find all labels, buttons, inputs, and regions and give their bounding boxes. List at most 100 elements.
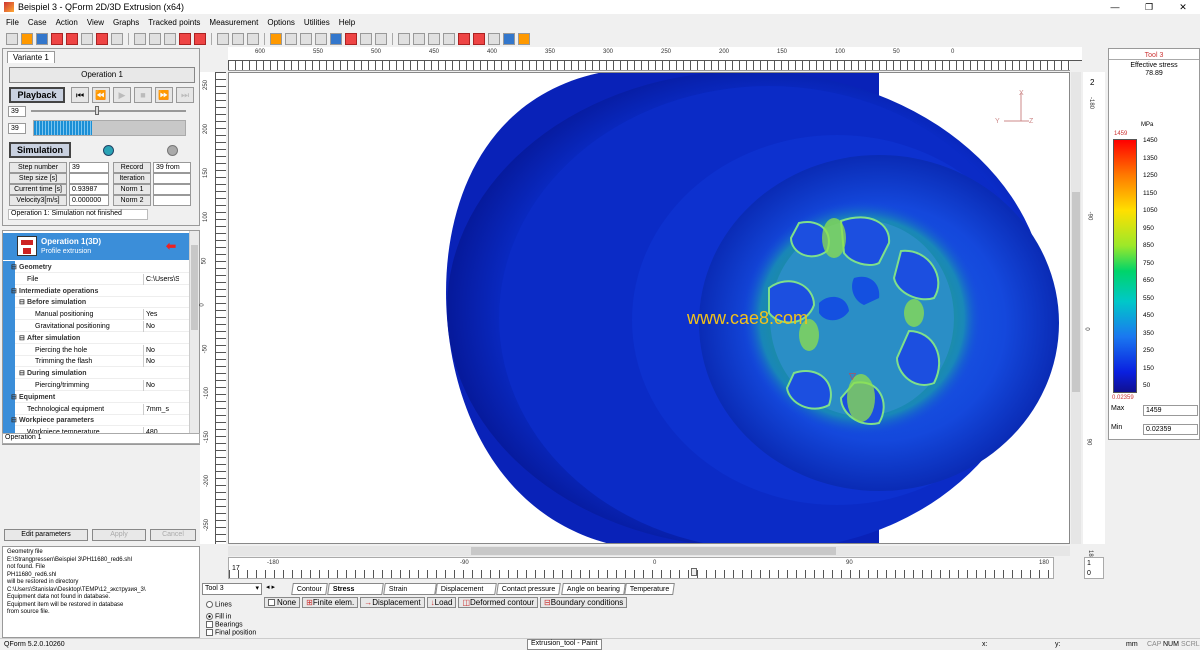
viewport-scrollbar-v[interactable] [1071, 72, 1081, 544]
stop-indicator-icon[interactable] [167, 145, 178, 156]
measure-icon[interactable] [217, 33, 229, 45]
tab-stress[interactable]: Stress [327, 583, 384, 595]
menu-measurement[interactable]: Measurement [209, 18, 258, 27]
cancel-button[interactable]: Cancel [150, 529, 196, 541]
menu-options[interactable]: Options [267, 18, 295, 27]
playback-button[interactable]: Playback [9, 87, 65, 103]
view2-icon[interactable] [300, 33, 312, 45]
tree-group-header[interactable]: ⊟ During simulation [15, 368, 189, 380]
delete-icon[interactable] [458, 33, 470, 45]
graph-icon[interactable] [488, 33, 500, 45]
tab-temperature[interactable]: Temperature [624, 583, 676, 595]
tree-group-header[interactable]: ⊟ Before simulation [15, 297, 189, 309]
last-frame-icon[interactable]: ⏭ [176, 87, 194, 103]
paint-icon[interactable] [503, 33, 515, 45]
minimize-button[interactable]: — [1098, 0, 1132, 14]
view3-icon[interactable] [315, 33, 327, 45]
tab-variante-1[interactable]: Variante 1 [7, 51, 55, 63]
run-indicator-icon[interactable] [103, 145, 114, 156]
lines-option[interactable]: Lines [206, 601, 232, 608]
shield-icon[interactable] [375, 33, 387, 45]
collapse-icon[interactable]: ⊟ [19, 333, 25, 344]
collapse-icon[interactable]: ⊟ [11, 262, 17, 273]
tool2-icon[interactable] [66, 33, 78, 45]
menu-file[interactable]: File [6, 18, 19, 27]
help-icon[interactable] [518, 33, 530, 45]
finite-elem-button[interactable]: ⊞Finite elem. [302, 597, 359, 608]
tree-row-value[interactable]: No [143, 380, 179, 391]
collapse-icon[interactable]: ⊟ [11, 286, 17, 297]
open-icon[interactable] [21, 33, 33, 45]
tree-row[interactable]: Piercing the hole No [15, 344, 189, 356]
tab-displacement[interactable]: Displacement [435, 583, 498, 595]
view-corner[interactable]: 1 0 [1084, 557, 1104, 579]
tool-select[interactable]: Tool 3 ▾ [202, 583, 262, 595]
light-icon[interactable] [270, 33, 282, 45]
tree-group-header[interactable]: ⊟ After simulation [15, 333, 189, 344]
simulation-button[interactable]: Simulation [9, 142, 71, 158]
tree-row[interactable]: Gravitational positioning No [15, 321, 189, 332]
none-button[interactable]: None [264, 597, 301, 608]
tree-row[interactable]: Trimming the flash No [15, 356, 189, 368]
zoom-fit-icon[interactable] [164, 33, 176, 45]
tab-contour[interactable]: Contour [291, 583, 328, 595]
tree-group-header[interactable]: ⊟ Geometry [11, 262, 189, 273]
deformed-contour-button[interactable]: ◫Deformed contour [458, 597, 539, 608]
maximize-button[interactable]: ❐ [1132, 0, 1166, 14]
step-forward-icon[interactable]: ⏩ [155, 87, 173, 103]
load-button[interactable]: ↓Load [426, 597, 457, 608]
rotate-icon[interactable] [194, 33, 206, 45]
tool-icon[interactable] [51, 33, 63, 45]
tool3-icon[interactable] [81, 33, 93, 45]
close-button[interactable]: ✕ [1166, 0, 1200, 14]
save-icon[interactable] [36, 33, 48, 45]
menu-help[interactable]: Help [339, 18, 355, 27]
tree-group-header[interactable]: ⊟ Intermediate operations [11, 286, 189, 297]
collapse-icon[interactable]: ⊟ [11, 392, 17, 403]
align3-icon[interactable] [428, 33, 440, 45]
tree-scrollbar[interactable] [189, 231, 199, 444]
grid-icon[interactable] [111, 33, 123, 45]
tree-group-header[interactable]: ⊟ Equipment [11, 392, 189, 403]
tree-row-value[interactable]: No [143, 356, 179, 368]
cut-icon[interactable] [360, 33, 372, 45]
velocity-value[interactable]: 0.000000 [69, 195, 109, 206]
section-icon[interactable] [345, 33, 357, 45]
zoom-out-icon[interactable] [149, 33, 161, 45]
bearings-option[interactable]: Bearings [206, 621, 243, 628]
menu-case[interactable]: Case [28, 18, 47, 27]
menu-utilities[interactable]: Utilities [304, 18, 330, 27]
view-icon[interactable] [285, 33, 297, 45]
tree-row[interactable]: Manual positioning Yes [15, 309, 189, 321]
menu-graphs[interactable]: Graphs [113, 18, 139, 27]
tab-scroll-arrows[interactable]: ◂ ▸ [266, 583, 275, 591]
operation-button[interactable]: Operation 1 [9, 67, 195, 83]
collapse-icon[interactable]: ⊟ [11, 415, 17, 426]
measure2-icon[interactable] [232, 33, 244, 45]
menu-tracked-points[interactable]: Tracked points [148, 18, 200, 27]
3d-viewport[interactable]: ▽ www.cae8.com X Y Z [228, 72, 1070, 544]
tree-row-value[interactable]: No [143, 344, 179, 356]
align2-icon[interactable] [413, 33, 425, 45]
tree-row[interactable]: Piercing/trimming No [15, 380, 189, 391]
menu-action[interactable]: Action [56, 18, 78, 27]
displacement-button[interactable]: →Displacement [360, 597, 425, 608]
apply-button[interactable]: Apply [92, 529, 146, 541]
frame-slider[interactable] [31, 110, 186, 112]
tree-row-value[interactable]: No [143, 321, 179, 332]
collapse-icon[interactable]: ⊟ [19, 297, 25, 308]
slider-thumb[interactable] [95, 106, 99, 115]
menu-view[interactable]: View [87, 18, 104, 27]
tree-group-header[interactable]: ⊟ Workpiece parameters [11, 415, 189, 427]
shade-icon[interactable] [330, 33, 342, 45]
stop-icon[interactable]: ■ [134, 87, 152, 103]
viewport-scrollbar-h[interactable] [228, 546, 1070, 556]
step-back-icon[interactable]: ⏪ [92, 87, 110, 103]
edit-parameters-button[interactable]: Edit parameters [4, 529, 88, 541]
tree-row[interactable]: File C:\Users\Stani [15, 273, 189, 285]
tree-row-value[interactable]: 7mm_s [143, 403, 179, 415]
tab-angle-on-bearing[interactable]: Angle on bearing [560, 583, 626, 595]
mesh-icon[interactable] [96, 33, 108, 45]
align-icon[interactable] [398, 33, 410, 45]
play-icon[interactable]: ▶ [113, 87, 131, 103]
